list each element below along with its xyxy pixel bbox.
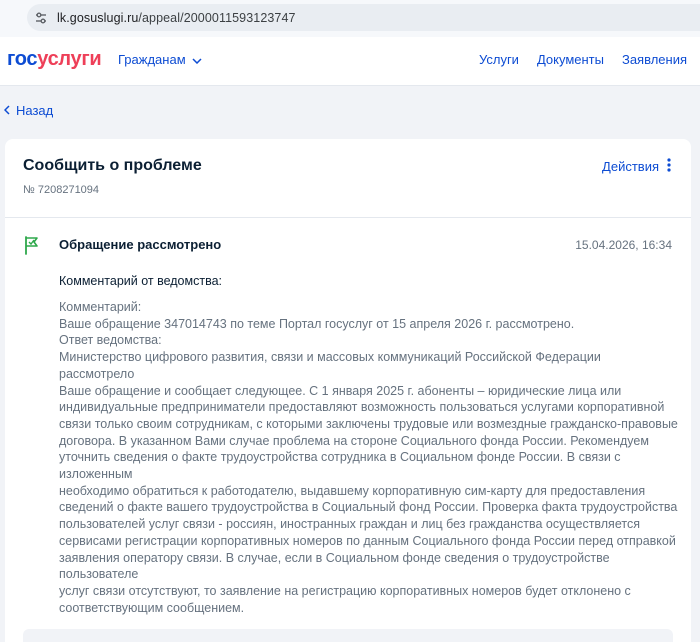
site-header: госуслуги Гражданам Услуги Документы Зая… <box>0 37 700 86</box>
comment-line: индивидуальные предприниматели предостав… <box>59 400 665 415</box>
comment-line: соответствующим сообщением. <box>59 600 245 615</box>
status-title: Обращение рассмотрено <box>59 237 222 252</box>
appeal-card: Сообщить о проблеме № 7208271094 Действи… <box>5 139 691 642</box>
actions-menu-button[interactable]: Действия <box>602 158 671 175</box>
site-settings-icon[interactable] <box>27 4 55 31</box>
gosuslugi-logo[interactable]: госуслуги <box>7 48 102 71</box>
dept-comment-label: Комментарий от ведомства: <box>59 274 222 288</box>
flag-icon <box>23 235 41 260</box>
comment-line: уточнить сведения о факте трудоустройств… <box>59 450 621 482</box>
nav-services[interactable]: Услуги <box>479 52 519 67</box>
comment-line: сервисами регистрации корпоративных номе… <box>59 533 676 548</box>
browser-address-bar: lk.gosuslugi.ru/appeal/2000011593123747 <box>0 0 700 38</box>
audience-label: Гражданам <box>118 52 186 67</box>
dept-comment-text: Комментарий: Ваше обращение 347014743 по… <box>59 299 679 616</box>
comment-line: Комментарий: <box>59 300 142 314</box>
logo-part-uslugi: услуги <box>37 48 102 70</box>
main-nav: Услуги Документы Заявления <box>479 52 687 67</box>
comment-line: необходимо обратиться к работодателю, вы… <box>59 483 646 498</box>
back-link[interactable]: Назад <box>3 103 54 118</box>
appeal-number: № 7208271094 <box>23 184 100 196</box>
url-path: /appeal/2000011593123747 <box>138 10 296 25</box>
nav-documents[interactable]: Документы <box>537 52 604 67</box>
status-date: 15.04.2026, 16:34 <box>575 238 672 252</box>
url-field[interactable]: lk.gosuslugi.ru/appeal/2000011593123747 <box>27 4 700 31</box>
chevron-left-icon <box>3 103 10 118</box>
card-divider <box>5 217 691 218</box>
comment-line: Ваше обращение 347014743 по теме Портал … <box>59 316 575 331</box>
url-host: lk.gosuslugi.ru <box>57 10 139 25</box>
logo-part-gos: гос <box>7 48 38 70</box>
comment-line: Ответ ведомства: <box>59 333 162 348</box>
url-text: lk.gosuslugi.ru/appeal/2000011593123747 <box>57 11 296 25</box>
comment-line: Министерство цифрового развития, связи и… <box>59 350 601 381</box>
comment-line: связи только своим сотрудникам, с которы… <box>59 416 678 431</box>
audience-dropdown[interactable]: Гражданам <box>118 52 202 67</box>
page-title: Сообщить о проблеме <box>23 157 202 174</box>
comment-line: договора. В указанном Вами случае пробле… <box>59 433 649 448</box>
next-section-strip <box>23 629 673 642</box>
comment-line: пользователей услуг связи - россиян, ино… <box>59 517 640 532</box>
back-label: Назад <box>16 103 54 118</box>
chevron-down-icon <box>192 52 202 67</box>
actions-label: Действия <box>602 159 659 174</box>
more-vertical-icon <box>667 158 671 175</box>
comment-line: Ваше обращение и сообщает следующее. С 1… <box>59 383 622 398</box>
comment-line: услуг связи отсутствуют, то заявление на… <box>59 583 631 598</box>
comment-line: заявления оператору связи. В случае, есл… <box>59 550 610 582</box>
nav-applications[interactable]: Заявления <box>622 52 687 67</box>
comment-line: сведений о факте вашего трудоустройства … <box>59 500 678 515</box>
